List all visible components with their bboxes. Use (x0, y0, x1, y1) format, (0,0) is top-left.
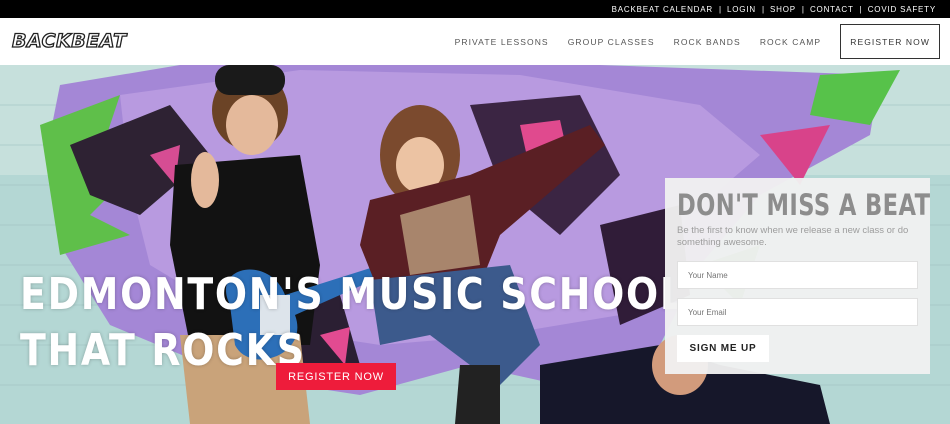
headline-line-1: EDMONTON'S MUSIC SCHOOL (20, 269, 686, 320)
nav-group-classes[interactable]: GROUP CLASSES (568, 37, 655, 47)
login-link[interactable]: LOGIN (727, 5, 756, 14)
nav-rock-camp[interactable]: ROCK CAMP (760, 37, 821, 47)
sign-me-up-button[interactable]: SIGN ME UP (677, 335, 769, 362)
shop-link[interactable]: SHOP (770, 5, 796, 14)
main-nav: PRIVATE LESSONS GROUP CLASSES ROCK BANDS… (436, 24, 940, 59)
name-input[interactable] (677, 261, 918, 289)
nav-private-lessons[interactable]: PRIVATE LESSONS (455, 37, 549, 47)
utility-bar: BACKBEAT CALENDAR | LOGIN | SHOP | CONTA… (0, 0, 950, 18)
separator: | (859, 4, 862, 14)
covid-safety-link[interactable]: COVID SAFETY (868, 5, 936, 14)
contact-link[interactable]: CONTACT (810, 5, 854, 14)
site-header: BACKBEAT PRIVATE LESSONS GROUP CLASSES R… (0, 18, 950, 65)
logo[interactable]: BACKBEAT (11, 29, 127, 52)
newsletter-signup-panel: DON'T MISS A BEAT Be the first to know w… (665, 178, 930, 374)
nav-rock-bands[interactable]: ROCK BANDS (674, 37, 741, 47)
utility-links: BACKBEAT CALENDAR | LOGIN | SHOP | CONTA… (612, 0, 936, 18)
logo-text: BACKBEAT (11, 29, 127, 52)
separator: | (761, 4, 765, 14)
signup-subtitle: Be the first to know when we release a n… (677, 225, 909, 248)
register-now-nav-button[interactable]: REGISTER NOW (840, 24, 940, 59)
calendar-link[interactable]: BACKBEAT CALENDAR (612, 5, 713, 14)
hero-register-button[interactable]: REGISTER NOW (276, 363, 396, 390)
separator: | (801, 4, 804, 14)
separator: | (718, 4, 722, 14)
email-input[interactable] (677, 298, 918, 326)
signup-title: DON'T MISS A BEAT (677, 188, 931, 222)
